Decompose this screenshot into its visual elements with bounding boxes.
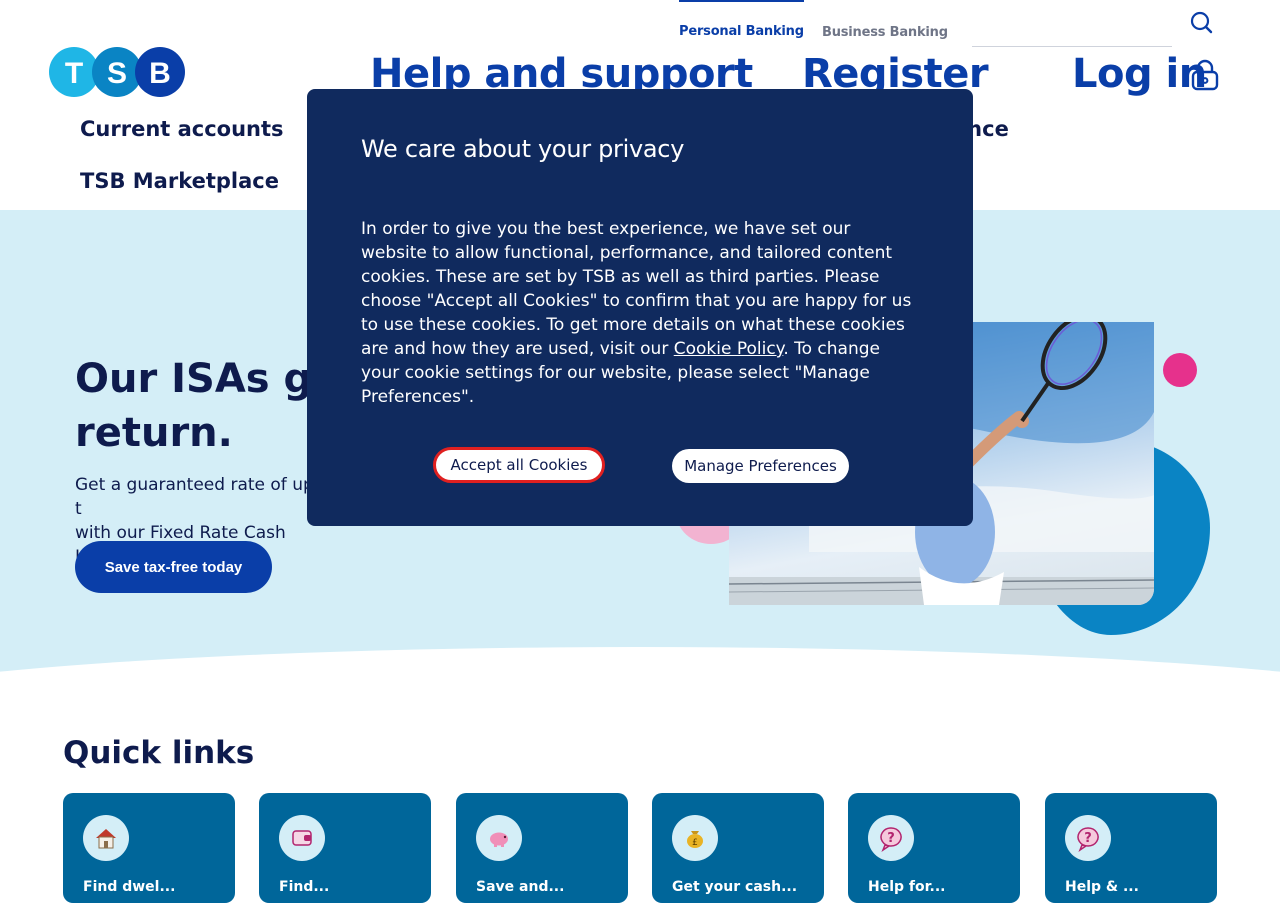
question-bubble-icon: ? (868, 815, 914, 861)
tab-business-banking[interactable]: Business Banking (822, 25, 948, 40)
piggy-bank-icon (476, 815, 522, 861)
cookie-body-text-1: In order to give you the best experience… (361, 219, 912, 359)
lock-icon[interactable] (1191, 59, 1219, 91)
svg-text:S: S (107, 57, 127, 90)
svg-text:£: £ (692, 838, 698, 848)
quick-link-label: Get your cash... (672, 879, 798, 895)
svg-text:?: ? (887, 831, 895, 846)
svg-text:?: ? (1084, 831, 1092, 846)
quick-link-label: Save and... (476, 879, 565, 895)
accept-all-cookies-button[interactable]: Accept all Cookies (433, 447, 605, 483)
quick-link-label: Help & ... (1065, 879, 1139, 895)
tsb-logo[interactable]: T S B (49, 46, 186, 98)
svg-text:T: T (65, 57, 83, 90)
svg-text:B: B (149, 57, 171, 90)
cookie-consent-dialog: We care about your privacy In order to g… (307, 89, 973, 526)
house-icon (83, 815, 129, 861)
quick-links-title: Quick links (63, 735, 255, 771)
question-bubble-icon: ? (1065, 815, 1111, 861)
hero-subtitle-line-1: Get a guaranteed rate of up t (75, 475, 314, 519)
subnav-tsb-marketplace[interactable]: TSB Marketplace (80, 169, 279, 193)
quick-link-label: Find... (279, 879, 330, 895)
decorative-pink-dot (1163, 353, 1197, 387)
save-tax-free-button[interactable]: Save tax-free today (75, 541, 272, 593)
cookie-dialog-body: In order to give you the best experience… (361, 217, 921, 409)
search-underline (972, 46, 1172, 47)
money-bag-icon: £ (672, 815, 718, 861)
quick-link-label: Help for... (868, 879, 946, 895)
wallet-icon (279, 815, 325, 861)
search-icon[interactable] (1188, 9, 1214, 35)
hero-bottom-curve (0, 647, 1280, 690)
tab-personal-banking[interactable]: Personal Banking (679, 0, 804, 39)
cookie-policy-link[interactable]: Cookie Policy (674, 339, 784, 359)
quick-link-label: Find dwel... (83, 879, 176, 895)
nav-log-in[interactable]: Log in (1072, 51, 1207, 97)
manage-preferences-button[interactable]: Manage Preferences (672, 449, 849, 483)
subnav-current-accounts[interactable]: Current accounts (80, 117, 284, 141)
cookie-dialog-title: We care about your privacy (361, 135, 685, 163)
